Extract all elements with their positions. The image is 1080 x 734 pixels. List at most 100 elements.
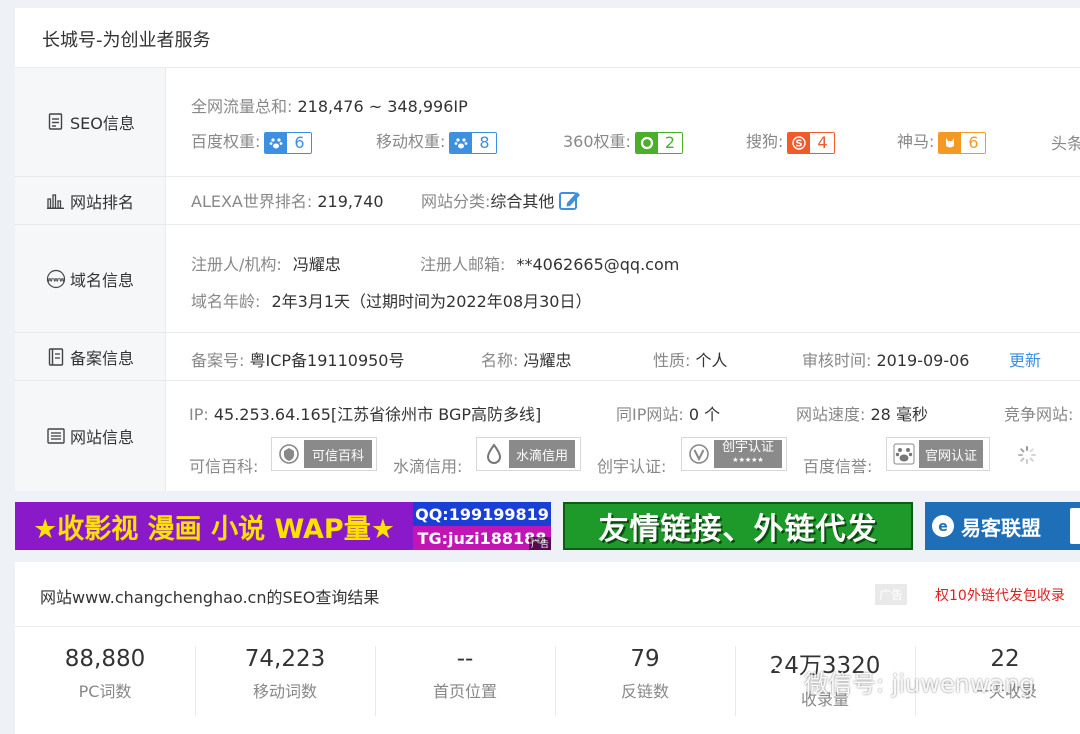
badge-text: 官网认证 <box>919 440 983 468</box>
ad-banner-wap[interactable]: ★收影视 漫画 小说 WAP量★ QQ:199199819 TG:juzi188… <box>15 502 551 550</box>
paw-icon <box>450 132 473 153</box>
edit-icon[interactable] <box>558 189 582 211</box>
age-label: 域名年龄: <box>191 292 261 311</box>
cred-label: 可信百科: <box>189 457 259 476</box>
icp-date: 审核时间: 2019-09-06 <box>802 347 969 371</box>
kexin-badge[interactable]: 可信百科 <box>271 437 377 471</box>
same-ip-label: 同IP网站: <box>616 405 684 424</box>
speed-value: 28 毫秒 <box>870 405 928 424</box>
weight-value: 6 <box>961 132 986 153</box>
divider <box>15 224 1080 225</box>
section-domain: www 域名信息 <box>15 225 166 332</box>
baidu-weight[interactable]: 百度权重: 6 <box>191 128 313 154</box>
section-rank: 网站排名 <box>15 177 166 224</box>
site-title: 长城号-为创业者服务 <box>42 30 211 51</box>
sogou-icon: S <box>788 132 811 153</box>
stat-value: 74,223 <box>244 646 326 672</box>
domain-age: 域名年龄: 2年3月1天（过期时间为2022年08月30日） <box>191 288 591 312</box>
section-site: 网站信息 <box>15 381 166 491</box>
divider <box>15 176 1080 177</box>
weight-badge: 6 <box>938 131 987 154</box>
stat-value: 88,880 <box>64 646 146 672</box>
section-label: 备案信息 <box>70 348 135 368</box>
stat-pc-words[interactable]: 88,880 PC词数 <box>15 646 195 702</box>
same-ip-value: 0 个 <box>688 405 721 424</box>
traffic-value: 218,476 ~ 348,996IP <box>297 97 468 116</box>
alexa-value: 219,740 <box>317 192 384 211</box>
360-weight[interactable]: 360权重: 2 <box>563 128 683 154</box>
shuidi-badge[interactable]: 水滴信用 <box>476 437 581 471</box>
banner-qq: QQ:199199819 <box>413 502 551 526</box>
kexin-shield-icon <box>274 440 304 468</box>
ip-address: IP: 45.253.64.165[江苏省徐州市 BGP高防多线] <box>189 401 541 425</box>
weight-badge: 8 <box>449 131 498 154</box>
svg-text:e: e <box>938 519 948 535</box>
stat-label: 移动词数 <box>252 682 317 701</box>
yike-logo-icon: e <box>931 514 955 538</box>
toutiao-label: 头条 <box>1051 134 1080 153</box>
registrant-value: 冯耀忠 <box>292 255 341 274</box>
section-label: 网站排名 <box>70 192 135 212</box>
badge-text: 水滴信用 <box>509 440 575 468</box>
icp-date-label: 审核时间: <box>802 351 872 370</box>
icp-type-label: 性质: <box>653 351 691 370</box>
cred-label: 水滴信用: <box>393 457 463 476</box>
verified-v-icon <box>684 440 714 468</box>
ip-label: IP: <box>189 405 209 424</box>
ad-banner-links[interactable]: 友情链接、外链代发 <box>563 502 913 550</box>
section-label: SEO信息 <box>70 114 135 133</box>
site-speed: 网站速度: 28 毫秒 <box>796 401 928 425</box>
watermark-text: 微信号: jiuwenwang <box>804 670 1035 698</box>
registrant-email: 注册人邮箱: **4062665@qq.com <box>420 251 679 275</box>
refresh-link[interactable]: 更新 <box>1009 347 1041 371</box>
weight-label: 360权重: <box>563 132 631 151</box>
category: 网站分类: 综合其他 <box>421 188 582 212</box>
banner-edge <box>1070 508 1080 544</box>
stat-value: -- <box>456 646 474 672</box>
stat-backlinks[interactable]: 79 反链数 <box>555 646 735 702</box>
stat-mobile-words[interactable]: 74,223 移动词数 <box>195 646 375 702</box>
mobile-weight[interactable]: 移动权重: 8 <box>376 128 498 154</box>
baidu-cred-badge[interactable]: 官网认证 <box>886 437 990 471</box>
weight-label: 搜狗: <box>746 132 784 151</box>
traffic-row: 全网流量总和: 218,476 ~ 348,996IP <box>191 93 468 117</box>
baidu-paw-icon <box>889 440 919 468</box>
section-seo: SEO信息 <box>15 68 166 176</box>
ad-tag: 广告 <box>528 537 551 550</box>
weight-value: 4 <box>810 132 835 153</box>
stat-home-position[interactable]: -- 首页位置 <box>375 646 555 702</box>
divider <box>15 380 1080 381</box>
record-book-icon <box>45 347 67 366</box>
alexa-rank: ALEXA世界排名: 219,740 <box>191 188 384 212</box>
wechat-icon <box>752 665 796 699</box>
icp-date-value: 2019-09-06 <box>876 351 970 370</box>
chuangyu-badge[interactable]: 创宇认证 ★★★★★ <box>681 437 787 471</box>
ad-tag: 广告 <box>875 584 908 605</box>
www-globe-icon: www <box>45 269 67 288</box>
list-document-icon <box>45 427 67 445</box>
cred-label: 创宇认证: <box>597 457 667 476</box>
sogou-weight[interactable]: 搜狗: S4 <box>746 128 836 154</box>
ad-link[interactable]: 权10外链代发包收录 <box>935 585 1065 605</box>
alexa-label: ALEXA世界排名: <box>191 192 313 211</box>
banner-main-text: ★收影视 漫画 小说 WAP量★ <box>33 513 395 545</box>
icp-number: 备案号: 粤ICP备19110950号 <box>191 347 404 371</box>
badge-text: 可信百科 <box>304 440 372 468</box>
banner-text: 易客联盟 <box>961 515 1041 540</box>
seo-result-card: 网站www.changchenghao.cn的SEO查询结果 广告 权10外链代… <box>15 562 1080 734</box>
stat-value: 79 <box>630 646 660 672</box>
age-value: 2年3月1天（过期时间为2022年08月30日） <box>271 292 592 311</box>
document-icon <box>45 113 67 131</box>
section-label: 域名信息 <box>70 270 135 290</box>
svg-text:S: S <box>796 138 803 149</box>
divider <box>15 67 1080 68</box>
result-title: 网站www.changchenghao.cn的SEO查询结果 <box>40 588 380 607</box>
icp-name-value: 冯耀忠 <box>523 351 572 370</box>
divider <box>15 332 1080 333</box>
banner-text: 友情链接、外链代发 <box>598 512 878 547</box>
weight-value: 8 <box>472 132 497 153</box>
registrant: 注册人/机构: 冯耀忠 <box>191 251 341 275</box>
shenma-weight[interactable]: 神马: 6 <box>897 128 987 154</box>
banner-brand: e 易客联盟 <box>931 502 1041 550</box>
ad-banner-yike[interactable]: e 易客联盟 <box>925 502 1080 550</box>
